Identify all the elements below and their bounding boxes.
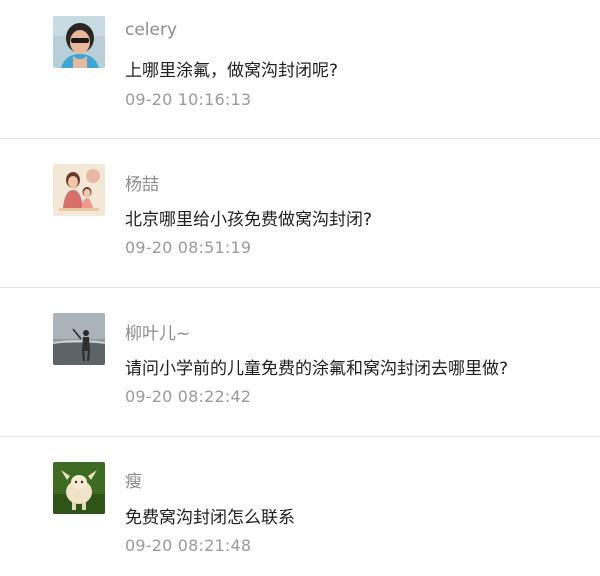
comment-text: 上哪里涂氟，做窝沟封闭呢? <box>125 61 339 81</box>
comment-author[interactable]: 杨喆 <box>125 170 159 195</box>
avatar-icon[interactable] <box>53 16 105 68</box>
avatar-icon[interactable] <box>53 462 105 514</box>
comment-item: 杨喆 北京哪里给小孩免费做窝沟封闭? 09-20 08:51:19 <box>0 139 600 287</box>
avatar-icon[interactable] <box>53 313 105 365</box>
comment-time: 09-20 10:16:13 <box>125 90 252 109</box>
avatar-icon[interactable] <box>53 164 105 216</box>
comment-list: celery 上哪里涂氟，做窝沟封闭呢? 09-20 10:16:13 杨喆 北… <box>0 0 600 576</box>
comment-author[interactable]: 瘦 <box>125 467 142 492</box>
comment-item: celery 上哪里涂氟，做窝沟封闭呢? 09-20 10:16:13 <box>0 0 600 138</box>
comment-text: 请问小学前的儿童免费的涂氟和窝沟封闭去哪里做? <box>125 359 509 379</box>
comment-text: 北京哪里给小孩免费做窝沟封闭? <box>125 210 373 230</box>
comment-item: 瘦 免费窝沟封闭怎么联系 09-20 08:21:48 <box>0 437 600 576</box>
comment-author[interactable]: 柳叶儿~ <box>125 319 190 344</box>
comment-time: 09-20 08:21:48 <box>125 536 252 555</box>
comment-item: 柳叶儿~ 请问小学前的儿童免费的涂氟和窝沟封闭去哪里做? 09-20 08:22… <box>0 288 600 436</box>
comment-text: 免费窝沟封闭怎么联系 <box>125 508 295 528</box>
comment-author[interactable]: celery <box>125 20 177 40</box>
comment-time: 09-20 08:22:42 <box>125 387 252 406</box>
comment-time: 09-20 08:51:19 <box>125 238 252 257</box>
